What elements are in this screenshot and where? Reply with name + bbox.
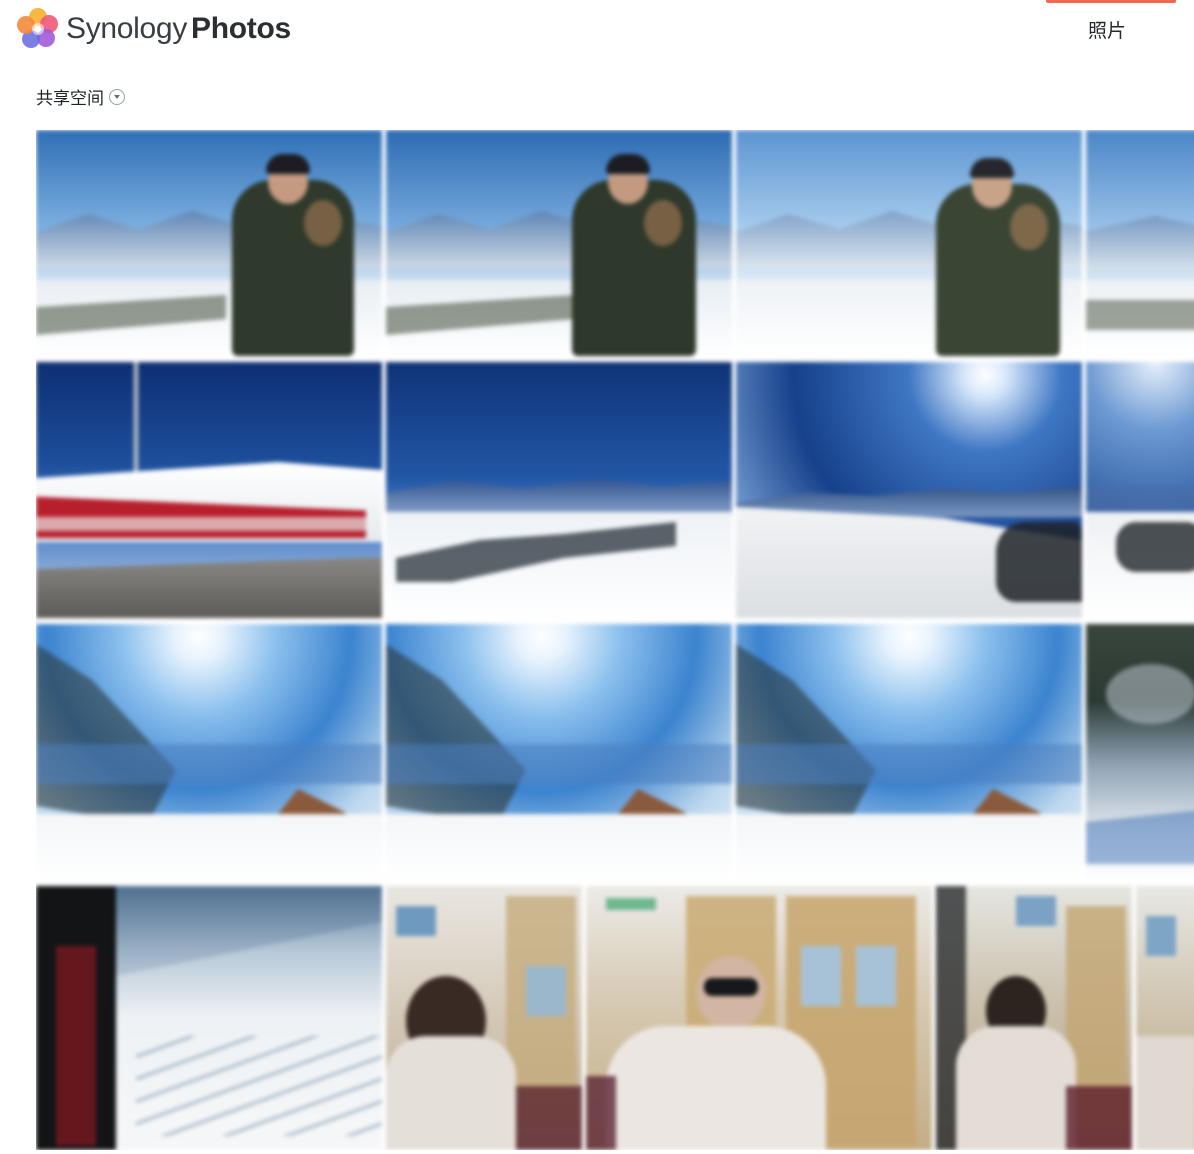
space-selector-dropdown[interactable]: 共享空间: [36, 84, 125, 109]
photo-thumbnail[interactable]: [736, 362, 1082, 618]
photo-thumbnail[interactable]: [1086, 362, 1194, 618]
synology-photos-flower-icon: [17, 8, 58, 48]
top-bar: Synology Photos 照片: [0, 0, 1194, 62]
photo-thumbnail[interactable]: [1086, 624, 1194, 880]
photo-thumbnail[interactable]: [1136, 886, 1194, 1150]
photo-thumbnail[interactable]: [386, 886, 582, 1150]
space-selector-label: 共享空间: [36, 89, 104, 109]
photo-thumbnail[interactable]: [386, 624, 732, 880]
chevron-down-icon: [109, 88, 125, 105]
photo-thumbnail[interactable]: [1086, 130, 1194, 356]
tab-photos[interactable]: 照片: [1046, 0, 1176, 62]
photo-thumbnail[interactable]: [36, 130, 382, 356]
photo-grid: [36, 130, 1194, 1150]
photo-thumbnail[interactable]: [736, 624, 1082, 880]
photo-thumbnail[interactable]: [36, 362, 382, 618]
photo-thumbnail[interactable]: [386, 362, 732, 618]
photo-thumbnail[interactable]: [386, 130, 732, 356]
photo-thumbnail[interactable]: [36, 886, 382, 1150]
photo-thumbnail[interactable]: [736, 130, 1082, 356]
photo-thumbnail[interactable]: [936, 886, 1132, 1150]
brand-title-bold: Photos: [191, 12, 291, 45]
brand-title: Synology Photos: [66, 12, 291, 46]
photo-thumbnail[interactable]: [586, 886, 932, 1150]
brand-logo[interactable]: Synology Photos: [14, 4, 291, 54]
active-tab-indicator: [1046, 0, 1176, 3]
photo-thumbnail[interactable]: [36, 624, 382, 880]
tab-photos-label: 照片: [1087, 20, 1126, 42]
brand-title-light: Synology: [66, 12, 188, 45]
